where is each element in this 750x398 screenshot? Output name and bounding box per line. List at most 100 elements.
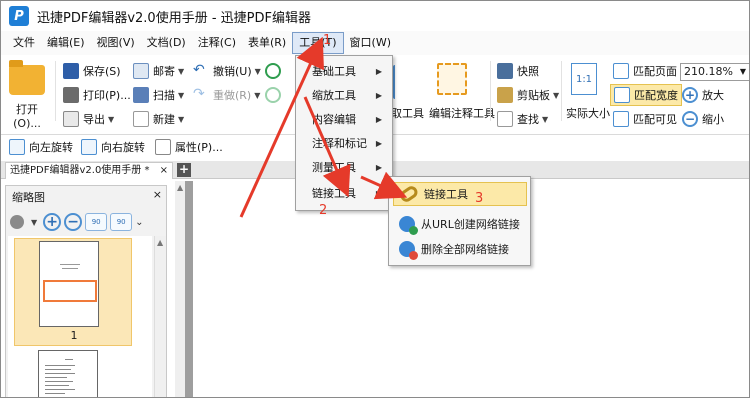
redo-button[interactable]: ↷ 重做(R) ▼ — [193, 87, 260, 103]
zoom-in-label: 放大 — [702, 89, 724, 102]
fit-visible-button[interactable]: 匹配可见 — [613, 111, 677, 127]
menu-item-zoom-tools[interactable]: 缩放工具 ▶ — [296, 84, 392, 108]
open-button[interactable]: 打开(O)... — [5, 60, 49, 130]
link-tools-submenu: 链接工具 从URL创建网络链接 删除全部网络链接 — [388, 176, 531, 266]
menu-item-label: 内容编辑 — [312, 113, 356, 126]
tab-document-label: 迅捷PDF编辑器v2.0使用手册 * — [10, 165, 150, 176]
menu-tools[interactable]: 工具(T) — [292, 32, 344, 54]
menu-document[interactable]: 文档(D) — [141, 32, 192, 54]
open-button-label: 打开(O)... — [13, 103, 41, 130]
menu-item-link-tool[interactable]: 链接工具 — [393, 182, 527, 206]
zoom-in-button[interactable]: + 放大 — [682, 87, 724, 103]
clipboard-button[interactable]: 剪贴板 ▼ — [497, 87, 559, 103]
page-preview — [39, 241, 99, 327]
new-button[interactable]: 新建 ▼ — [133, 111, 184, 127]
scroll-up-icon[interactable]: ▲ — [177, 183, 183, 192]
zoom-in-thumbnail-icon[interactable]: + — [43, 213, 62, 231]
back-button[interactable] — [265, 63, 285, 79]
find-label: 查找 — [517, 113, 539, 126]
menu-item-content-edit[interactable]: 内容编辑 ▶ — [296, 108, 392, 132]
step2-label: 2 — [319, 203, 328, 218]
globe-add-icon — [399, 216, 418, 235]
zoom-out-thumbnail-icon[interactable]: − — [64, 213, 83, 231]
properties-icon — [155, 139, 171, 155]
menu-item-label: 从URL创建网络链接 — [421, 218, 520, 231]
export-button[interactable]: 导出 ▼ — [63, 111, 114, 127]
new-tab-button[interactable]: + — [177, 163, 191, 177]
step1-label: 1 — [323, 33, 332, 48]
close-icon[interactable]: × — [160, 163, 168, 178]
zoom-out-button[interactable]: − 缩小 — [682, 111, 724, 127]
actual-size-text: 实际大小 — [566, 107, 610, 120]
edit-annotation-tool-button[interactable] — [437, 63, 471, 95]
chevron-right-icon: ▶ — [375, 163, 382, 172]
chevron-down-icon[interactable]: ▼ — [31, 218, 37, 227]
scan-button[interactable]: 扫描 ▼ — [133, 87, 184, 103]
menu-edit[interactable]: 编辑(E) — [41, 32, 91, 54]
undo-icon: ↶ — [193, 62, 205, 78]
redo-icon: ↷ — [193, 86, 205, 102]
rotate-right-thumbnail-icon[interactable]: 90 — [110, 213, 133, 231]
menu-view[interactable]: 视图(V) — [91, 32, 141, 54]
document-scrollbar[interactable]: ▲ — [175, 181, 185, 397]
print-button[interactable]: 打印(P)... — [63, 87, 131, 103]
menu-bar: 文件 编辑(E) 视图(V) 文档(D) 注释(C) 表单(R) 工具(T) 窗… — [1, 31, 749, 55]
thumbnail-page-1[interactable]: 1 — [14, 238, 132, 346]
menu-item-measure-tools[interactable]: 测量工具 ▶ — [296, 156, 392, 180]
thumbnail-scrollbar[interactable]: ▲ — [154, 236, 166, 397]
chevron-right-icon: ▶ — [375, 91, 382, 100]
rotate-right-button[interactable]: 向右旋转 — [81, 139, 145, 155]
app-logo-icon: P — [9, 6, 29, 26]
save-label: 保存(S) — [83, 65, 121, 78]
email-button[interactable]: 邮寄 ▼ — [133, 63, 184, 79]
fit-width-button[interactable]: 匹配宽度 — [610, 84, 682, 106]
fit-width-label: 匹配宽度 — [634, 89, 678, 102]
scroll-up-icon[interactable]: ▲ — [157, 238, 163, 247]
menu-item-delete-web-links[interactable]: 删除全部网络链接 — [393, 237, 527, 261]
print-label: 打印(P)... — [83, 89, 131, 102]
thumbnail-toolbar: ▼ + − 90 90 ⌄ — [10, 210, 166, 234]
menu-form[interactable]: 表单(R) — [242, 32, 292, 54]
chevron-down-icon: ▼ — [178, 66, 185, 76]
menu-item-create-web-links[interactable]: 从URL创建网络链接 — [393, 212, 527, 236]
chevron-down-icon: ▼ — [739, 67, 746, 76]
properties-button[interactable]: 属性(P)... — [155, 139, 223, 155]
expand-icon[interactable]: ⌄ — [135, 217, 143, 228]
chevron-right-icon: ▶ — [375, 139, 382, 148]
globe-remove-icon — [399, 241, 418, 260]
chevron-down-icon: ▼ — [108, 114, 115, 124]
menu-window[interactable]: 窗口(W) — [344, 32, 397, 54]
menu-item-label: 缩放工具 — [312, 89, 356, 102]
chevron-down-icon: ▼ — [178, 90, 185, 100]
select-tool-button[interactable] — [393, 65, 417, 99]
menu-item-label: 删除全部网络链接 — [421, 243, 509, 256]
zoom-level-select[interactable]: 210.18% ▼ — [680, 63, 749, 81]
rotate-left-label: 向左旋转 — [29, 141, 73, 154]
tab-document[interactable]: 迅捷PDF编辑器v2.0使用手册 * × — [5, 162, 173, 179]
menu-item-link-tools[interactable]: 链接工具 ▶ — [296, 182, 392, 206]
ribbon-divider — [561, 61, 562, 121]
thumbnail-page-2[interactable] — [38, 350, 98, 397]
fit-page-button[interactable]: 匹配页面 — [613, 63, 677, 79]
forward-button[interactable] — [265, 87, 285, 103]
snapshot-button[interactable]: 快照 — [497, 63, 539, 79]
envelope-icon — [133, 63, 149, 79]
thumbnail-list: 1 — [8, 236, 152, 397]
actual-size-button[interactable]: 1:1 — [571, 63, 597, 95]
fit-page-icon — [613, 63, 629, 79]
find-button[interactable]: 查找 ▼ — [497, 111, 548, 127]
rotate-left-thumbnail-icon[interactable]: 90 — [85, 213, 108, 231]
menu-item-basic-tools[interactable]: 基础工具 ▶ — [296, 60, 392, 84]
gear-icon[interactable] — [10, 215, 24, 229]
clipboard-icon — [497, 87, 513, 103]
find-icon — [497, 111, 513, 127]
save-button[interactable]: 保存(S) — [63, 63, 121, 79]
undo-button[interactable]: ↶ 撤销(U) ▼ — [193, 63, 261, 79]
step3-label: 3 — [475, 191, 484, 206]
menu-comment[interactable]: 注释(C) — [192, 32, 242, 54]
menu-file[interactable]: 文件 — [7, 32, 41, 54]
close-icon[interactable]: × — [153, 188, 162, 201]
rotate-left-button[interactable]: 向左旋转 — [9, 139, 73, 155]
menu-item-annotate-markup[interactable]: 注释和标记 ▶ — [296, 132, 392, 156]
chevron-down-icon: ▼ — [178, 114, 185, 124]
